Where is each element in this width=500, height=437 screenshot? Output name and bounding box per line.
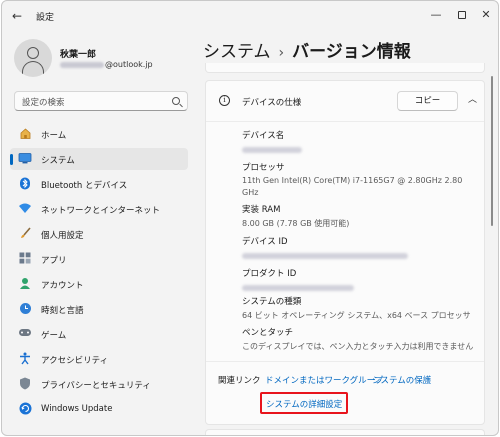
sidebar-item-apps[interactable]: アプリ [10, 248, 188, 270]
copy-button[interactable]: コピー [397, 91, 458, 111]
maximize-icon[interactable] [452, 6, 472, 24]
device-name-label: デバイス名 [242, 131, 285, 141]
processor-label: プロセッサ [242, 163, 285, 173]
sidebar-item-privacy[interactable]: プライバシーとセキュリティ [10, 373, 188, 395]
sidebar-item-time-language[interactable]: 時刻と言語 [10, 298, 188, 320]
back-arrow-icon[interactable]: ← [12, 9, 26, 23]
next-card-edge [205, 429, 485, 435]
system-icon [18, 152, 32, 166]
breadcrumb: システム › バージョン情報 [203, 37, 411, 62]
sidebar-item-windows-update[interactable]: Windows Update [10, 398, 188, 420]
account-icon [18, 277, 32, 291]
close-icon[interactable]: ✕ [476, 6, 496, 24]
highlight-box [260, 392, 348, 414]
update-icon [18, 402, 32, 416]
shield-icon [18, 377, 32, 391]
settings-window: ← 設定 — ✕ 秋葉一郎 @outlook.jp 設定の検索 ホーム システム… [1, 0, 499, 436]
redacted-device-name [242, 147, 302, 153]
sidebar-item-accounts[interactable]: アカウント [10, 273, 188, 295]
page-title: バージョン情報 [292, 42, 411, 62]
ram-label: 実装 RAM [242, 205, 281, 215]
sidebar-item-accessibility[interactable]: アクセシビリティ [10, 348, 188, 370]
redacted-email-local-part [60, 61, 104, 68]
sidebar-item-gaming[interactable]: ゲーム [10, 323, 188, 345]
time-language-icon [18, 302, 32, 316]
minimize-icon[interactable]: — [426, 6, 446, 24]
sidebar-item-network[interactable]: ネットワークとインターネット [10, 198, 188, 220]
search-placeholder: 設定の検索 [22, 98, 65, 108]
domain-workgroup-link[interactable]: ドメインまたはワークグループ [265, 374, 383, 386]
wifi-icon [18, 202, 32, 216]
product-id-label: プロダクト ID [242, 269, 297, 279]
device-specs-header[interactable]: i デバイスの仕様 コピー ︿ [206, 81, 484, 121]
user-email: @outlook.jp [60, 60, 153, 69]
bluetooth-icon [18, 177, 32, 191]
processor-value-line2: GHz [242, 188, 259, 197]
device-id-label: デバイス ID [242, 237, 288, 247]
divider [206, 361, 484, 362]
related-links-label: 関連リンク [218, 376, 261, 386]
system-protection-link[interactable]: システムの保護 [372, 374, 431, 386]
apps-icon [18, 252, 32, 266]
search-icon[interactable] [172, 97, 180, 105]
pen-touch-value: このディスプレイでは、ペン入力とタッチ入力は利用できません [242, 342, 474, 351]
breadcrumb-separator: › [278, 45, 285, 61]
scrollbar[interactable] [491, 76, 493, 226]
system-type-label: システムの種類 [242, 297, 302, 307]
sidebar-item-bluetooth[interactable]: Bluetooth とデバイス [10, 173, 188, 195]
breadcrumb-parent[interactable]: システム [203, 42, 271, 62]
sidebar-item-system[interactable]: システム [10, 148, 188, 170]
gamepad-icon [18, 327, 32, 341]
home-icon [18, 127, 32, 141]
processor-value-line1: 11th Gen Intel(R) Core(TM) i7-1165G7 @ 2… [242, 176, 463, 185]
settings-search-input[interactable]: 設定の検索 [14, 91, 188, 111]
redacted-device-id [242, 253, 408, 259]
info-icon: i [219, 95, 230, 106]
redacted-product-id [242, 285, 354, 291]
ram-value: 8.00 GB (7.78 GB 使用可能) [242, 219, 350, 228]
system-type-value: 64 ビット オペレーティング システム、x64 ベース プロセッサ [242, 311, 471, 320]
sidebar-item-personalization[interactable]: 個人用設定 [10, 223, 188, 245]
previous-card-edge [205, 63, 485, 73]
device-specs-card: i デバイスの仕様 コピー ︿ デバイス名 プロセッサ 11th Gen Int… [205, 80, 485, 425]
brush-icon [18, 227, 32, 241]
divider [206, 121, 484, 122]
accessibility-icon [18, 352, 32, 366]
title-bar: ← 設定 — ✕ [2, 1, 498, 31]
sidebar-item-home[interactable]: ホーム [10, 123, 188, 145]
device-specs-title: デバイスの仕様 [242, 98, 302, 108]
window-title: 設定 [36, 13, 55, 23]
user-name: 秋葉一郎 [60, 50, 97, 60]
chevron-up-icon[interactable]: ︿ [468, 96, 477, 105]
avatar-icon[interactable] [14, 39, 52, 77]
pen-touch-label: ペンとタッチ [242, 328, 294, 338]
